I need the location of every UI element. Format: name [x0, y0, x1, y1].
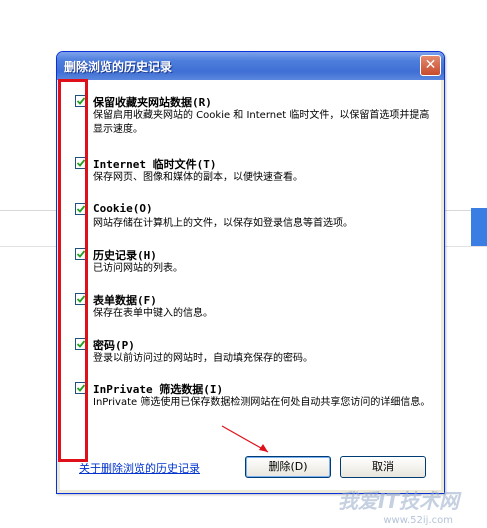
watermark-url: www.52ij.com [383, 515, 453, 526]
watermark-text: 我爱IT技术网 [337, 489, 459, 513]
annotation-arrow-icon [221, 425, 269, 453]
